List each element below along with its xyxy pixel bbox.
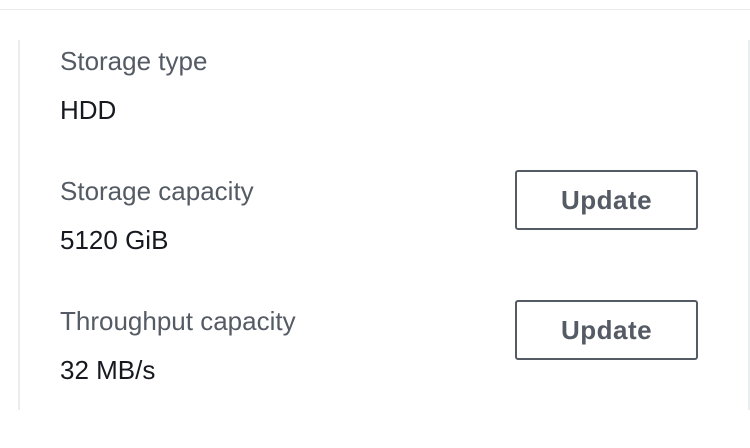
- throughput-capacity-field: Throughput capacity 32 MB/s: [60, 306, 296, 385]
- storage-type-value: HDD: [60, 95, 117, 125]
- throughput-capacity-label: Throughput capacity: [60, 306, 296, 336]
- storage-capacity-label: Storage capacity: [60, 176, 254, 206]
- storage-type-label: Storage type: [60, 46, 208, 76]
- storage-capacity-field: Storage capacity 5120 GiB: [60, 176, 254, 255]
- header-divider: [0, 0, 750, 10]
- storage-type-field: Storage type HDD: [60, 46, 207, 125]
- update-throughput-capacity-button[interactable]: Update: [515, 300, 698, 360]
- throughput-capacity-value: 32 MB/s: [60, 355, 156, 385]
- update-storage-capacity-button[interactable]: Update: [515, 170, 698, 230]
- storage-capacity-value: 5120 GiB: [60, 225, 169, 255]
